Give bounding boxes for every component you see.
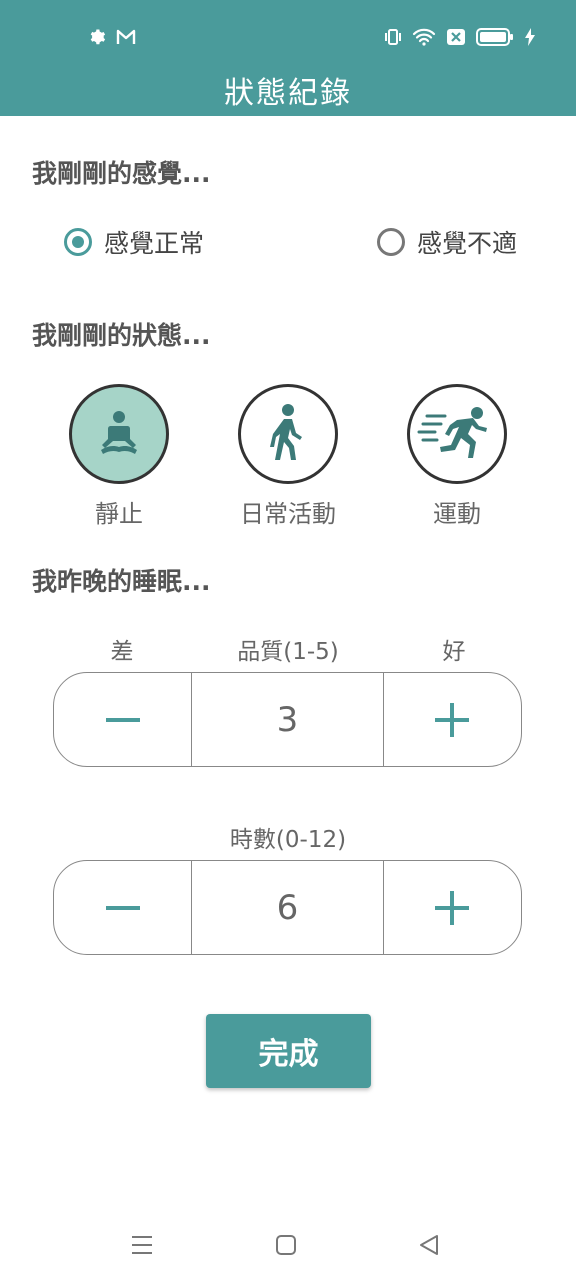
vibrate-icon bbox=[384, 28, 402, 50]
radio-feeling-unwell-label: 感覺不適 bbox=[417, 229, 518, 258]
battery-icon bbox=[476, 28, 514, 50]
quality-decrement-button[interactable] bbox=[54, 673, 191, 766]
activity-daily-label: 日常活動 bbox=[240, 500, 336, 528]
quality-high-label: 好 bbox=[442, 639, 466, 665]
activity-rest-label: 靜止 bbox=[95, 500, 143, 528]
plus-icon bbox=[435, 702, 470, 737]
quality-label: 品質(1-5) bbox=[237, 639, 339, 665]
quality-low-label: 差 bbox=[110, 639, 134, 665]
hours-value: 6 bbox=[191, 861, 384, 954]
radio-selected-icon bbox=[64, 228, 92, 256]
home-icon[interactable] bbox=[275, 1234, 297, 1260]
hours-stepper: 6 bbox=[53, 860, 522, 955]
walking-icon bbox=[238, 384, 338, 484]
menu-icon[interactable] bbox=[130, 1234, 154, 1260]
activity-exercise-label: 運動 bbox=[433, 500, 481, 528]
activity-exercise[interactable]: 運動 bbox=[392, 384, 522, 529]
sleep-section-label: 我昨晚的睡眠... bbox=[32, 567, 211, 596]
gmail-icon bbox=[116, 29, 136, 49]
quality-stepper: 3 bbox=[53, 672, 522, 767]
wifi-icon bbox=[412, 28, 436, 50]
charging-icon bbox=[524, 28, 536, 50]
activity-daily[interactable]: 日常活動 bbox=[223, 384, 353, 529]
radio-unselected-icon bbox=[377, 228, 405, 256]
plus-icon bbox=[435, 890, 470, 925]
back-icon[interactable] bbox=[418, 1234, 440, 1260]
state-section-label: 我剛剛的狀態... bbox=[32, 321, 211, 350]
hours-increment-button[interactable] bbox=[384, 861, 521, 954]
radio-feeling-normal[interactable]: 感覺正常 bbox=[64, 224, 204, 260]
radio-feeling-unwell[interactable]: 感覺不適 bbox=[377, 224, 517, 260]
system-nav-bar bbox=[0, 1220, 576, 1270]
running-icon bbox=[407, 384, 507, 484]
feeling-section-label: 我剛剛的感覺... bbox=[32, 159, 211, 188]
hours-label: 時數(0-12) bbox=[229, 827, 347, 853]
meditation-icon bbox=[69, 384, 169, 484]
status-bar-right bbox=[384, 28, 536, 50]
quality-value: 3 bbox=[191, 673, 384, 766]
page-title: 狀態紀錄 bbox=[224, 76, 352, 111]
notification-x-icon bbox=[446, 28, 466, 50]
done-button[interactable]: 完成 bbox=[206, 1014, 371, 1088]
hours-decrement-button[interactable] bbox=[54, 861, 191, 954]
radio-feeling-normal-label: 感覺正常 bbox=[104, 229, 205, 258]
gear-icon bbox=[88, 28, 106, 50]
status-bar-left bbox=[88, 28, 136, 50]
minus-icon bbox=[105, 717, 140, 722]
activity-rest[interactable]: 靜止 bbox=[54, 384, 184, 529]
minus-icon bbox=[105, 905, 140, 910]
app-header: 狀態紀錄 bbox=[0, 0, 576, 116]
quality-increment-button[interactable] bbox=[384, 673, 521, 766]
